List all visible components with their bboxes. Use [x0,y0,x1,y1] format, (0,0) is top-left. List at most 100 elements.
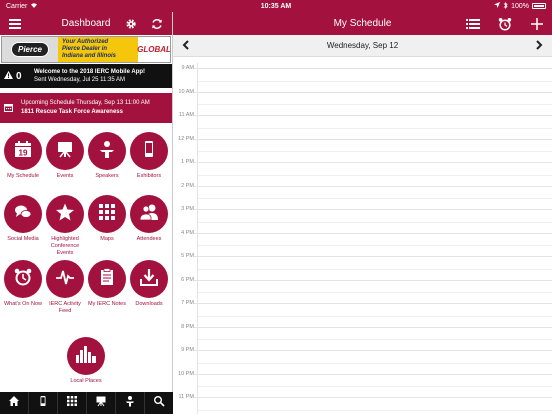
calendar-icon: 19 [13,139,33,164]
hour-row[interactable]: 12 PM [173,135,552,163]
hour-row[interactable]: 3 PM [173,206,552,233]
tab-home[interactable] [0,392,29,414]
tile-label: Maps [100,236,114,242]
tile-label: Social Media [7,236,39,242]
grid-icon [66,394,78,412]
notes-icon [97,267,117,292]
wifi-icon [30,2,38,10]
list-view-icon[interactable] [466,17,480,31]
tile-label: Highlighted Conference Events [50,236,80,256]
alert-bar[interactable]: 0 Welcome to the 2018 IERC Mobile App! S… [0,64,172,88]
tile-activity-feed[interactable]: IERC Activity Feed [44,260,86,315]
tile-maps[interactable]: Maps [86,195,128,243]
upcoming-schedule-bar[interactable]: Upcoming Schedule Thursday, Sep 13 11:00… [0,93,172,123]
hour-label: 9 PM [173,347,194,353]
home-icon [8,394,20,412]
tile-whats-on-now[interactable]: What's On Now [2,260,44,308]
menu-icon[interactable] [8,17,22,31]
speaker-podium-icon [97,139,117,164]
presentation-board-icon [95,394,107,412]
hour-row[interactable]: 1 PM [173,159,552,186]
hour-label: 11 AM [173,112,194,118]
tile-events[interactable]: Events [44,132,86,180]
tile-label: Speakers [95,173,119,179]
hour-row[interactable]: 10 AM [173,88,552,116]
gear-icon[interactable] [124,17,138,31]
alert-sent: Sent Wednesday, Jul 25 11:35 AM [34,77,126,83]
half-hour-line [198,362,552,364]
tab-search[interactable] [145,392,173,414]
sponsor-banner[interactable]: Pierce Your Authorized Pierce Dealer in … [1,36,171,63]
hour-row[interactable]: 11 AM [173,112,552,139]
hour-label: 2 PM [173,182,194,189]
sponsor-logo: Pierce [10,42,50,57]
tab-maps[interactable] [58,392,87,414]
previous-day-button[interactable] [179,39,193,53]
tile-label: Local Places [70,378,102,384]
hour-row[interactable]: 2 PM [173,182,552,210]
hour-row[interactable]: 7 PM [173,300,552,327]
status-time: 10:35 AM [260,2,292,10]
hour-row[interactable]: 4 PM [173,229,552,257]
hour-row[interactable]: 9 PM [173,347,552,374]
bottom-tab-bar [0,392,173,414]
tile-speakers[interactable]: Speakers [86,132,128,180]
sponsor-line-2: Pierce Dealer in [62,46,108,52]
half-hour-line [198,409,552,411]
hour-row[interactable]: 9 AM [173,65,552,92]
tile-label: Downloads [135,301,163,307]
half-hour-line [198,339,552,341]
half-hour-line [198,221,552,223]
battery-percent: 100% [511,2,529,10]
mobile-device-icon [37,394,49,412]
half-hour-line [198,127,552,129]
sponsor-brand: GLOBAL [137,45,171,54]
tile-label: What's On Now [3,301,43,307]
calendar-day-number: 19 [19,148,28,157]
tile-local-places[interactable]: Local Places [65,337,107,385]
tab-exhibitors[interactable] [29,392,58,414]
half-hour-line [198,104,552,106]
tab-events[interactable] [87,392,116,414]
alarm-clock-icon[interactable] [498,17,512,31]
upcoming-schedule-time: Upcoming Schedule Thursday, Sep 13 11:00… [21,100,150,106]
tile-label: My Schedule [7,173,39,179]
tile-my-notes[interactable]: My IERC Notes [86,260,128,308]
hour-label: 5 PM [173,253,194,259]
add-icon[interactable] [530,17,544,31]
tab-speakers[interactable] [116,392,145,414]
search-icon [153,394,165,412]
hour-label: 3 PM [173,206,194,212]
refresh-icon[interactable] [150,17,164,31]
hour-row[interactable]: 8 PM [173,323,552,351]
tile-downloads[interactable]: Downloads [128,260,170,308]
tile-label: Exhibitors [136,173,162,179]
speaker-podium-icon [124,394,136,412]
hour-row[interactable]: 6 PM [173,276,552,304]
tile-highlighted-events[interactable]: Highlighted Conference Events [44,195,86,257]
tile-social-media[interactable]: Social Media [2,195,44,243]
half-hour-line [198,386,552,388]
hour-label: 8 PM [173,323,194,330]
hour-row[interactable]: 11 PM [173,394,552,414]
chevron-left-icon [182,39,189,50]
next-day-button[interactable] [532,39,546,53]
location-icon [494,2,501,10]
bluetooth-icon [503,1,508,11]
upcoming-session-title: 1811 Rescue Task Force Awareness [21,109,123,115]
schedule-nav-bar: My Schedule [173,12,552,35]
hour-row[interactable]: 5 PM [173,253,552,280]
chevron-right-icon [536,39,543,50]
tile-my-schedule[interactable]: 19 My Schedule [2,132,44,180]
day-timeline[interactable]: 9 AM 10 AM 11 AM 12 PM 1 PM 2 PM 3 PM 4 PM 5 PM 6… [173,63,552,414]
activity-pulse-icon [55,267,75,292]
hour-row[interactable]: 10 PM [173,370,552,398]
tile-label: My IERC Notes [88,301,126,307]
mobile-device-icon [139,139,159,164]
download-icon [139,267,159,292]
half-hour-line [198,80,552,82]
tile-exhibitors[interactable]: Exhibitors [128,132,170,180]
date-navigator: Wednesday, Sep 12 [173,35,552,57]
hour-label: 10 PM [173,370,194,377]
tile-attendees[interactable]: Attendees [128,195,170,243]
